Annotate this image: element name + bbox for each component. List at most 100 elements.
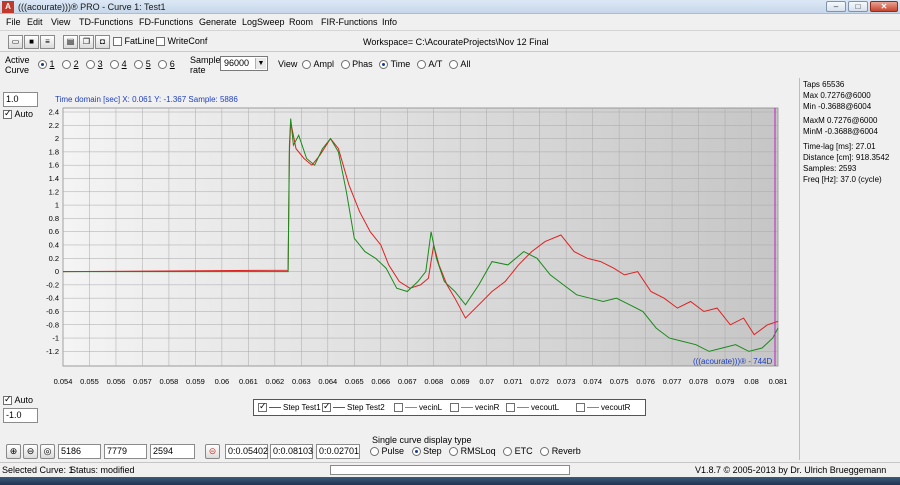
x-tick-label: 0.073 (557, 377, 576, 386)
display-reverb-radio[interactable] (540, 447, 550, 457)
display-pulse-radio[interactable] (370, 447, 379, 457)
curve-radio-3[interactable] (86, 60, 96, 70)
legend-item[interactable]: vecinR (450, 403, 499, 413)
auto-bottom-checkbox[interactable]: Auto (3, 394, 33, 406)
menu-info[interactable]: Info (379, 16, 400, 28)
y-max-input[interactable]: 1.0 (3, 92, 38, 107)
length-sample-input[interactable]: 2594 (150, 444, 195, 459)
x-tick-label: 0.057 (133, 377, 152, 386)
copy-icon[interactable]: ❐ (79, 35, 94, 49)
x-tick-label: 0.065 (345, 377, 364, 386)
menu-edit[interactable]: Edit (24, 16, 46, 28)
fatline-label: FatLine (124, 36, 155, 47)
settings-list-icon[interactable]: ≡ (40, 35, 55, 49)
curve-radio-2[interactable] (62, 60, 72, 70)
series-group (62, 118, 779, 352)
active-curve-label-2: Curve (5, 65, 30, 75)
plot-area[interactable] (62, 107, 779, 367)
legend-checkbox[interactable] (506, 403, 515, 413)
legend-item[interactable]: vecoutR (576, 403, 630, 413)
fatline-check-box[interactable] (113, 37, 122, 47)
menu-file[interactable]: File (3, 16, 24, 28)
save-icon[interactable]: ■ (24, 35, 39, 49)
y-tick-label: -0.4 (46, 294, 59, 303)
view-radio-time[interactable] (379, 60, 389, 70)
y-tick-label: 1.4 (49, 174, 59, 183)
info-max: Max 0.7276@6000 (803, 91, 871, 100)
open-folder-icon[interactable]: ▭ (8, 35, 23, 49)
start-time-field: 0:0.05402 (225, 444, 268, 459)
curve-radio-5[interactable] (134, 60, 144, 70)
menu-logsweep[interactable]: LogSweep (239, 16, 288, 28)
y-min-input[interactable]: -1.0 (3, 408, 38, 423)
chevron-down-icon[interactable]: ▼ (255, 58, 266, 69)
legend-checkbox[interactable] (576, 403, 585, 413)
display-etc-radio[interactable] (503, 447, 513, 457)
close-button[interactable]: ✕ (870, 1, 898, 12)
legend-checkbox[interactable] (258, 401, 267, 413)
legend-item[interactable]: vecoutL (506, 403, 559, 413)
curve-radio-6[interactable] (158, 60, 168, 70)
x-tick-label: 0.066 (371, 377, 390, 386)
display-step-radio[interactable] (411, 447, 421, 457)
fatline-checkbox[interactable]: FatLine (113, 36, 155, 47)
auto-top-check-box[interactable] (3, 108, 12, 120)
legend-item[interactable]: Step Test2 (322, 401, 385, 413)
menu-generate[interactable]: Generate (196, 16, 240, 28)
y-axis-ticks: 2.4 2.2 2 1.8 1.6 1.4 1.2 1 0.8 0.6 0.4 0.2 0 -0.2 -0.… (46, 108, 59, 356)
curve-radio-1[interactable] (38, 60, 47, 70)
x-tick-label: 0.079 (716, 377, 735, 386)
x-axis-ticks: 0.054 0.055 0.056 0.057 0.058 0.059 0.06 0.061 0… (54, 377, 788, 386)
legend-item[interactable]: Step Test1 (258, 401, 321, 413)
zoom-in-icon[interactable]: ⊕ (6, 444, 21, 459)
curve-radio-4[interactable] (110, 60, 120, 70)
writeconf-checkbox[interactable]: WriteConf (156, 36, 207, 47)
grid-lines (62, 108, 779, 366)
info-min: Min -0.3688@6004 (803, 102, 872, 111)
y-tick-label: -0.6 (46, 307, 59, 316)
y-tick-label: 1.8 (49, 147, 59, 156)
menu-room[interactable]: Room (286, 16, 316, 28)
minimize-button[interactable]: ‒ (826, 1, 846, 12)
cursor-status-line: Time domain [sec] X: 0.061 Y: -1.367 Sam… (55, 95, 238, 104)
view-radio-ampl[interactable] (302, 60, 311, 70)
legend-checkbox[interactable] (322, 401, 331, 413)
legend-item[interactable]: vecinL (394, 403, 442, 413)
acourate-app-icon[interactable]: A (2, 1, 14, 13)
view-radio-phas[interactable] (340, 60, 350, 70)
legend-label: Step Test2 (347, 403, 385, 412)
zoom-out-icon[interactable]: ⊖ (23, 444, 38, 459)
y-tick-label: -0.8 (46, 320, 59, 329)
view-radio-at[interactable] (416, 60, 426, 70)
start-sample-input[interactable]: 5186 (58, 444, 101, 459)
y-tick-label: 2.2 (49, 121, 59, 130)
auto-top-label: Auto (14, 109, 34, 120)
info-distance: Distance [cm]: 918.3542 (803, 153, 890, 162)
y-tick-label: 0.2 (49, 254, 59, 263)
display-rmsloq-radio[interactable] (449, 447, 459, 457)
writeconf-label: WriteConf (167, 36, 208, 47)
auto-bottom-check-box[interactable] (3, 394, 12, 406)
writeconf-check-box[interactable] (156, 37, 165, 47)
menu-fir-functions[interactable]: FIR-Functions (318, 16, 381, 28)
end-sample-input[interactable]: 7779 (104, 444, 147, 459)
menu-td-functions[interactable]: TD-Functions (76, 16, 136, 28)
controls-row: Active Curve 1 2 3 4 5 6 Sample rate 960… (0, 53, 800, 85)
maximize-button[interactable]: □ (848, 1, 868, 12)
legend-checkbox[interactable] (450, 403, 459, 413)
camera-icon[interactable]: ◘ (95, 35, 110, 49)
acourate-watermark: (((acourate)))® - 744D (693, 357, 772, 366)
print-icon[interactable]: ▤ (63, 35, 78, 49)
view-radio-all[interactable] (448, 60, 458, 70)
zoom-fit-icon[interactable]: ◎ (40, 444, 55, 459)
menu-fd-functions[interactable]: FD-Functions (136, 16, 196, 28)
sample-rate-select[interactable]: 96000 ▼ (220, 56, 268, 71)
curve-4-label: 4 (121, 59, 127, 70)
curve-3-label: 3 (97, 59, 103, 70)
display-step-label: Step (423, 446, 442, 457)
legend-checkbox[interactable] (394, 403, 403, 413)
menu-view[interactable]: View (48, 16, 73, 28)
auto-top-checkbox[interactable]: Auto (3, 108, 34, 120)
x-tick-label: 0.061 (239, 377, 258, 386)
cursor-reset-icon[interactable]: ⊝ (205, 444, 220, 459)
